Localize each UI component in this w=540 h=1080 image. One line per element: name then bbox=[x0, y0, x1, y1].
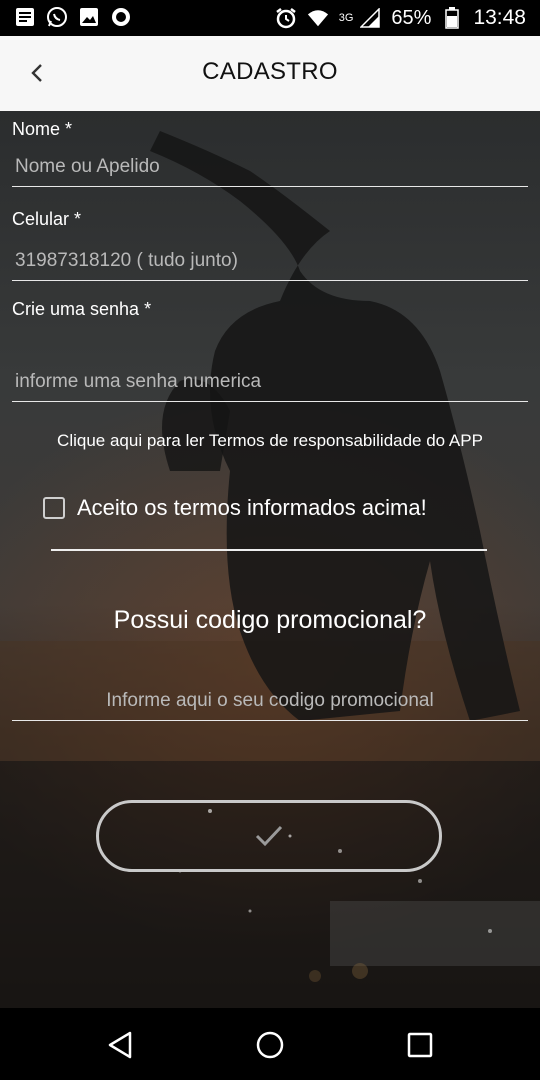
name-input[interactable] bbox=[12, 147, 528, 187]
navigation-bar bbox=[0, 1008, 540, 1080]
app-bar: CADASTRO bbox=[0, 36, 540, 111]
whatsapp-icon bbox=[46, 6, 68, 28]
nav-back-button[interactable] bbox=[103, 1028, 137, 1062]
battery-percent: 65% bbox=[391, 6, 432, 29]
accept-terms-label: Aceito os termos informados acima! bbox=[77, 495, 427, 520]
alarm-icon bbox=[275, 7, 297, 29]
page-title: CADASTRO bbox=[202, 58, 338, 85]
phone-label: Celular * bbox=[12, 209, 82, 229]
accept-terms-row[interactable]: Aceito os termos informados acima! bbox=[43, 495, 427, 521]
signal-icon bbox=[359, 7, 381, 29]
status-left-icons bbox=[14, 6, 132, 28]
image-icon bbox=[78, 6, 100, 28]
battery-icon bbox=[441, 7, 463, 29]
back-triangle-icon bbox=[108, 1031, 132, 1059]
terms-link[interactable]: Clique aqui para ler Termos de responsab… bbox=[0, 431, 540, 451]
password-label: Crie uma senha * bbox=[12, 299, 152, 319]
status-right-icons: 3G 65% 13:48 bbox=[275, 6, 526, 30]
phone-input[interactable] bbox=[12, 241, 528, 281]
registration-form: Nome * Celular * Crie uma senha * Clique… bbox=[0, 111, 540, 1008]
submit-button[interactable] bbox=[96, 800, 442, 872]
password-input[interactable] bbox=[12, 362, 528, 402]
home-circle-icon bbox=[256, 1031, 284, 1059]
wifi-icon bbox=[307, 7, 329, 29]
status-bar: 3G 65% 13:48 bbox=[0, 0, 540, 36]
clock: 13:48 bbox=[473, 6, 526, 29]
recents-square-icon bbox=[407, 1032, 433, 1058]
network-type: 3G bbox=[338, 12, 354, 24]
promo-code-input[interactable] bbox=[12, 681, 528, 721]
check-icon bbox=[255, 825, 283, 847]
divider bbox=[51, 549, 487, 551]
promo-title: Possui codigo promocional? bbox=[113, 606, 427, 634]
accept-terms-checkbox[interactable] bbox=[43, 497, 65, 519]
nav-recents-button[interactable] bbox=[403, 1028, 437, 1062]
name-label: Nome * bbox=[12, 119, 73, 139]
notes-icon bbox=[14, 6, 36, 28]
nav-home-button[interactable] bbox=[253, 1028, 287, 1062]
record-icon bbox=[110, 6, 132, 28]
